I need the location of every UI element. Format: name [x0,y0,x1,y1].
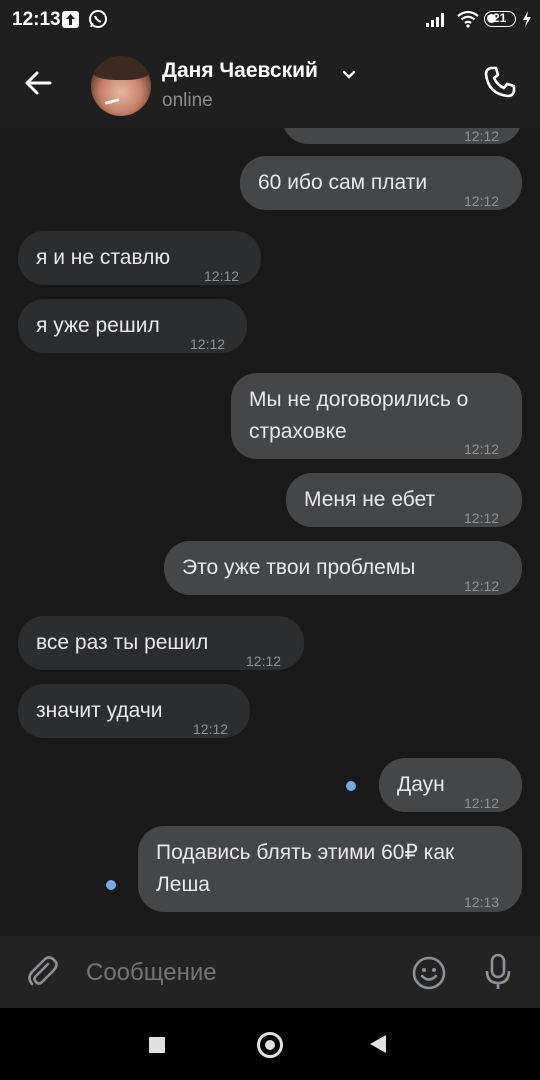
message-text: 60 ибо сам плати [258,171,428,194]
message-text: все раз ты решил [36,631,209,654]
message-text: Подавись блять этими 60₽ как Леша [156,841,455,896]
chat-header: Даня Чаевский online [0,40,540,128]
message-time: 12:12 [246,653,282,669]
message-text: значит удачи [36,699,163,722]
message-bubble-out[interactable]: Меня не ебет 12:12 [286,473,522,527]
message-text: Это уже твои проблемы [182,556,416,579]
battery-icon: 21 [484,11,516,27]
message-text: Мы не договорились о страховке [249,388,469,443]
message-text: я уже решил [36,314,160,337]
charging-icon [522,11,532,32]
back-triangle-icon[interactable] [370,1035,386,1053]
message-text: Меня не ебет [304,488,436,511]
system-navigation-bar [0,1008,540,1080]
message-bubble-out[interactable]: Даун 12:12 [379,758,522,812]
message-time: 12:12 [464,795,500,811]
signal-icon [426,11,448,32]
upload-notification-icon [62,11,79,28]
message-bubble-out[interactable]: 12:12 [282,128,522,144]
message-composer [0,936,540,1008]
message-bubble-in[interactable]: значит удачи 12:12 [18,684,250,738]
status-time: 12:13 [12,9,61,30]
avatar-detail [104,98,120,105]
home-icon[interactable] [257,1032,283,1058]
microphone-icon[interactable] [483,953,513,996]
arrow-left-icon[interactable] [22,67,54,104]
recent-apps-icon[interactable] [149,1037,165,1053]
message-time: 12:12 [204,268,240,284]
wifi-icon [456,10,480,33]
message-bubble-out[interactable]: Мы не договорились о страховке 12:12 [231,373,522,459]
message-time: 12:13 [464,894,500,910]
whatsapp-icon [88,9,108,34]
home-icon-dot [265,1040,275,1050]
message-bubble-out[interactable]: Это уже твои проблемы 12:12 [164,541,522,595]
message-bubble-out[interactable]: Подавись блять этими 60₽ как Леша 12:13 [138,826,522,912]
message-list[interactable]: 12:12 60 ибо сам плати 12:12 я и не став… [0,128,540,936]
message-bubble-out[interactable]: 60 ибо сам плати 12:12 [240,156,522,210]
contact-name[interactable]: Даня Чаевский [162,59,318,83]
smile-icon[interactable] [411,955,447,996]
message-bubble-in[interactable]: я и не ставлю 12:12 [18,231,261,285]
phone-icon[interactable] [482,64,518,105]
unread-indicator [106,880,116,890]
message-input[interactable] [86,958,396,988]
message-time: 12:12 [464,193,500,209]
avatar-hair [91,56,151,80]
message-bubble-in[interactable]: все раз ты решил 12:12 [18,616,304,670]
message-time: 12:12 [464,578,500,594]
message-text: я и не ставлю [36,246,171,269]
message-time: 12:12 [193,721,229,737]
message-time: 12:12 [464,510,500,526]
message-text: Даун [397,773,445,796]
chevron-down-icon[interactable] [342,67,356,85]
message-time: 12:12 [464,441,500,457]
paperclip-icon[interactable] [24,954,60,995]
avatar[interactable] [91,56,151,116]
message-time: 12:12 [190,336,226,352]
battery-level: 21 [493,11,507,25]
contact-status: online [162,90,213,111]
status-bar: 12:13 21 [0,0,540,40]
unread-indicator [346,781,356,791]
message-bubble-in[interactable]: я уже решил 12:12 [18,299,247,353]
message-time: 12:12 [464,128,500,144]
